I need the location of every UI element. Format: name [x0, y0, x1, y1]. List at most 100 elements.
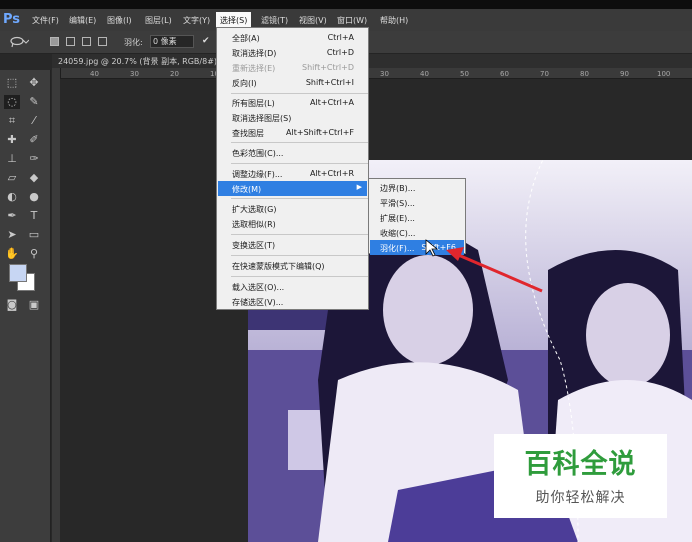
move-tool-icon[interactable]: ✥ — [26, 76, 42, 90]
menu-item-inverse[interactable]: 反向(I) Shift+Ctrl+I — [218, 75, 367, 90]
menu-item-quick-mask[interactable]: 在快速蒙版模式下编辑(Q) — [218, 258, 367, 273]
submenu-item-smooth[interactable]: 平滑(S)... — [370, 195, 464, 210]
menu-separator — [231, 198, 368, 199]
intersect-selection-icon[interactable] — [98, 37, 107, 46]
menu-item-label: 存储选区(V)... — [232, 298, 284, 307]
healing-tool-icon[interactable]: ✚ — [4, 133, 20, 147]
menu-separator — [231, 234, 368, 235]
menu-item-shortcut: Shift+Ctrl+D — [302, 63, 354, 72]
menu-item-similar[interactable]: 选取相似(R) — [218, 216, 367, 231]
menu-file[interactable]: 文件(F) — [29, 14, 62, 27]
menu-item-label: 取消选择图层(S) — [232, 114, 292, 123]
menu-item-load-selection[interactable]: 载入选区(O)... — [218, 279, 367, 294]
menu-item-shortcut: Ctrl+D — [326, 48, 354, 57]
blur-tool-icon[interactable]: ◐ — [4, 190, 20, 204]
menu-item-shortcut: Alt+Ctrl+R — [309, 169, 354, 178]
menu-separator — [231, 163, 368, 164]
menu-item-label: 调整边缘(F)... — [232, 170, 283, 179]
crop-tool-icon[interactable]: ⌗ — [4, 114, 20, 128]
menu-item-grow[interactable]: 扩大选取(G) — [218, 201, 367, 216]
add-selection-icon[interactable] — [66, 37, 75, 46]
menu-item-shortcut: Shift+Ctrl+I — [305, 78, 354, 87]
menu-item-label: 查找图层 — [232, 129, 264, 138]
menu-item-reselect[interactable]: 重新选择(E) Shift+Ctrl+D — [218, 60, 367, 75]
menu-view[interactable]: 视图(V) — [296, 14, 330, 27]
menu-item-transform-selection[interactable]: 变换选区(T) — [218, 237, 367, 252]
antialias-check-icon[interactable]: ✔ — [202, 36, 210, 46]
menu-image[interactable]: 图像(I) — [104, 14, 135, 27]
screen-mode-icon[interactable]: ▣ — [26, 298, 42, 312]
menu-window[interactable]: 窗口(W) — [334, 14, 370, 27]
zoom-tool-icon[interactable]: ⚲ — [26, 247, 42, 261]
menu-item-deselect-layers[interactable]: 取消选择图层(S) — [218, 110, 367, 125]
menu-help[interactable]: 帮助(H) — [377, 14, 411, 27]
menu-item-label: 边界(B)... — [380, 184, 416, 193]
watermark-badge: 百科全说 助你轻松解决 — [494, 434, 667, 518]
menu-edit[interactable]: 编辑(E) — [66, 14, 99, 27]
bucket-tool-icon[interactable]: ◆ — [26, 171, 42, 185]
select-menu-dropdown: 全部(A) Ctrl+A 取消选择(D) Ctrl+D 重新选择(E) Shift+C… — [216, 27, 369, 310]
foreground-color-swatch[interactable] — [9, 264, 27, 282]
ruler-tick: 30 — [130, 70, 139, 78]
history-brush-icon[interactable]: ✑ — [26, 152, 42, 166]
menu-item-save-selection[interactable]: 存储选区(V)... — [218, 294, 367, 309]
ruler-tick: 50 — [460, 70, 469, 78]
menu-item-label: 扩大选取(G) — [232, 205, 277, 214]
shape-tool-icon[interactable]: ▭ — [26, 228, 42, 242]
quick-select-tool-icon[interactable]: ✎ — [26, 95, 42, 109]
menu-item-refine-edge[interactable]: 调整边缘(F)... Alt+Ctrl+R — [218, 166, 367, 181]
watermark-subtitle: 助你轻松解决 — [535, 490, 626, 506]
new-selection-icon[interactable] — [50, 37, 59, 46]
menu-item-label: 平滑(S)... — [380, 199, 415, 208]
ruler-tick: 80 — [580, 70, 589, 78]
type-tool-icon[interactable]: T — [26, 209, 42, 223]
menu-item-shortcut: Alt+Shift+Ctrl+F — [286, 128, 354, 137]
brush-tool-icon[interactable]: ✐ — [26, 133, 42, 147]
lasso-tool-icon[interactable]: ◌ — [4, 95, 20, 109]
stamp-tool-icon[interactable]: ⊥ — [4, 152, 20, 166]
menu-separator — [231, 142, 368, 143]
menu-item-shortcut: Alt+Ctrl+A — [310, 98, 354, 107]
menu-item-find-layers[interactable]: 查找图层 Alt+Shift+Ctrl+F — [218, 125, 367, 140]
dodge-tool-icon[interactable]: ● — [26, 190, 42, 204]
menu-layer[interactable]: 图层(L) — [142, 14, 175, 27]
marquee-tool-icon[interactable]: ⬚ — [4, 76, 20, 90]
document-tab[interactable]: 24059.jpg @ 20.7% (背景 副本, RGB/8#) * — [58, 56, 224, 67]
submenu-item-border[interactable]: 边界(B)... — [370, 180, 464, 195]
menu-item-deselect[interactable]: 取消选择(D) Ctrl+D — [218, 45, 367, 60]
eraser-tool-icon[interactable]: ▱ — [4, 171, 20, 185]
document-tab-bar: 24059.jpg @ 20.7% (背景 副本, RGB/8#) * — [52, 54, 692, 69]
eyedropper-tool-icon[interactable]: ⁄ — [26, 114, 42, 128]
feather-input[interactable]: 0 像素 — [150, 35, 194, 48]
submenu-item-expand[interactable]: 扩展(E)... — [370, 210, 464, 225]
menu-item-label: 修改(M) — [232, 185, 262, 194]
menu-item-label: 色彩范围(C)... — [232, 149, 284, 158]
pen-tool-icon[interactable]: ✒ — [4, 209, 20, 223]
menu-item-modify[interactable]: 修改(M) ▶ — [218, 181, 367, 196]
menu-item-label: 所有图层(L) — [232, 99, 275, 108]
menu-separator — [231, 276, 368, 277]
menu-item-label: 反向(I) — [232, 79, 257, 88]
lasso-icon[interactable] — [9, 36, 29, 48]
menu-item-label: 收缩(C)... — [380, 229, 416, 238]
ruler-tick: 40 — [90, 70, 99, 78]
menu-item-label: 取消选择(D) — [232, 49, 277, 58]
menu-item-label: 全部(A) — [232, 34, 260, 43]
hand-tool-icon[interactable]: ✋ — [4, 247, 20, 261]
submenu-arrow-icon: ▶ — [356, 183, 362, 191]
subtract-selection-icon[interactable] — [82, 37, 91, 46]
annotation-arrow-icon — [425, 239, 543, 293]
path-select-tool-icon[interactable]: ➤ — [4, 228, 20, 242]
ruler-tick: 40 — [420, 70, 429, 78]
menu-item-label: 变换选区(T) — [232, 241, 276, 250]
ruler-tick: 100 — [657, 70, 671, 78]
menu-separator — [231, 255, 368, 256]
menu-item-all-layers[interactable]: 所有图层(L) Alt+Ctrl+A — [218, 95, 367, 110]
ruler-tick: 90 — [620, 70, 629, 78]
menu-type[interactable]: 文字(Y) — [180, 14, 213, 27]
menu-filter[interactable]: 滤镜(T) — [258, 14, 291, 27]
menu-item-color-range[interactable]: 色彩范围(C)... — [218, 145, 367, 160]
quick-mask-icon[interactable]: ◙ — [4, 298, 20, 312]
menu-item-all[interactable]: 全部(A) Ctrl+A — [218, 30, 367, 45]
menu-separator — [231, 93, 368, 94]
